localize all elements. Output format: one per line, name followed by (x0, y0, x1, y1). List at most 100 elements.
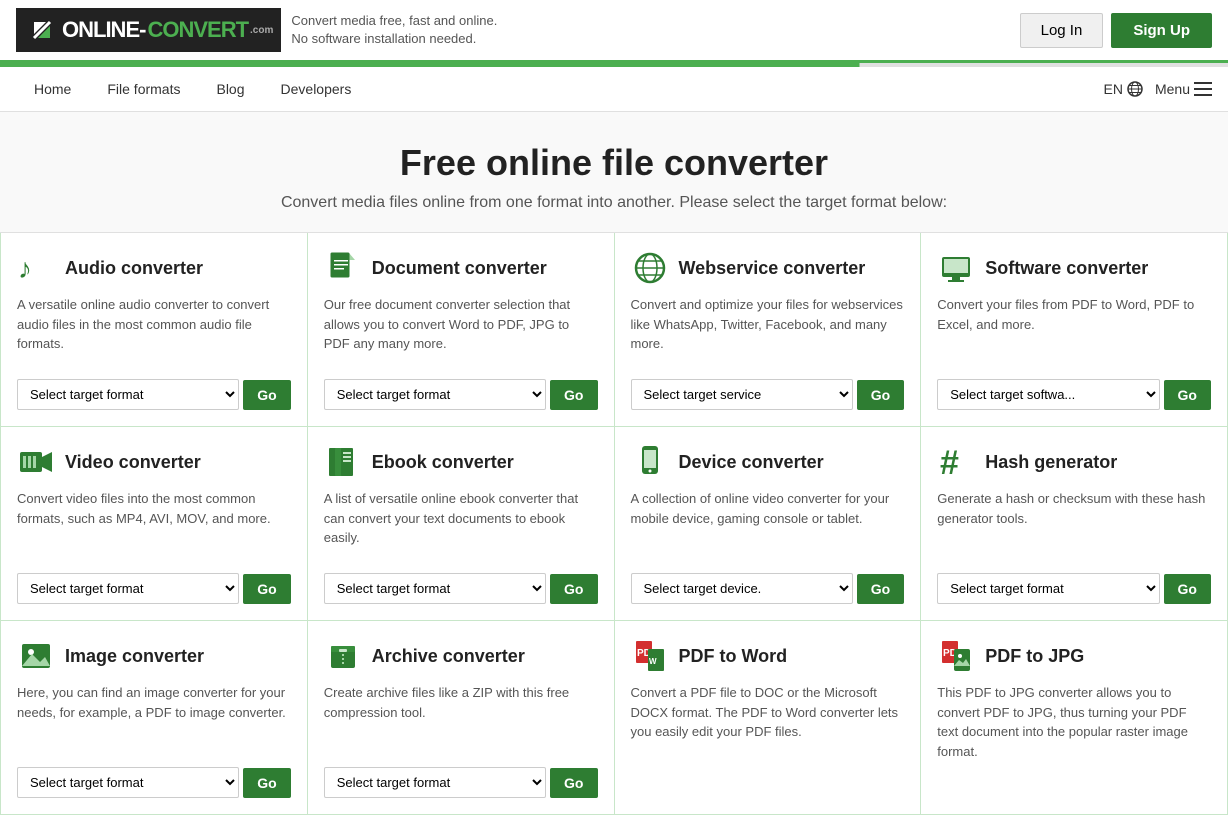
card-device: Device converter A collection of online … (615, 427, 922, 621)
tagline: Convert media free, fast and online. No … (291, 12, 497, 48)
card-desc-document: Our free document converter selection th… (324, 295, 598, 365)
card-desc-video: Convert video files into the most common… (17, 489, 291, 559)
card-header-video: Video converter (17, 443, 291, 481)
svg-text:W: W (649, 657, 657, 666)
card-title-video: Video converter (65, 452, 201, 473)
icon-software (937, 249, 975, 287)
card-header-hash: # Hash generator (937, 443, 1211, 481)
card-document: Document converter Our free document con… (308, 233, 615, 427)
card-header-ebook: Ebook converter (324, 443, 598, 481)
card-action-video: Select target formatMP4AVIMOVMKV Go (17, 573, 291, 604)
card-title-audio: Audio converter (65, 258, 203, 279)
card-desc-image: Here, you can find an image converter fo… (17, 683, 291, 753)
header-right: Log In Sign Up (1020, 13, 1212, 48)
card-ebook: Ebook converter A list of versatile onli… (308, 427, 615, 621)
icon-image (17, 637, 55, 675)
card-header-pdf2jpg: PDF PDF to JPG (937, 637, 1211, 675)
card-title-device: Device converter (679, 452, 824, 473)
icon-ebook (324, 443, 362, 481)
select-webservice[interactable]: Select target serviceWhatsAppTwitterFace… (631, 379, 853, 410)
svg-text:♪: ♪ (18, 253, 32, 284)
card-action-audio: Select target formatMP3WAVOGGFLACAAC Go (17, 379, 291, 410)
card-action-software: Select target softwa...WordExcel Go (937, 379, 1211, 410)
go-button-audio[interactable]: Go (243, 380, 290, 410)
go-button-hash[interactable]: Go (1164, 574, 1211, 604)
icon-pdf2jpg: PDF (937, 637, 975, 675)
card-title-hash: Hash generator (985, 452, 1117, 473)
select-hash[interactable]: Select target formatMD5SHA1SHA256 (937, 573, 1159, 604)
nav-left: Home File formats Blog Developers (16, 67, 369, 111)
nav-right: EN Menu (1104, 81, 1212, 97)
go-button-image[interactable]: Go (243, 768, 290, 798)
icon-pdf2word: PDFW (631, 637, 669, 675)
select-image[interactable]: Select target formatJPGPNGGIFBMP (17, 767, 239, 798)
nav-menu-label: Menu (1155, 81, 1190, 97)
card-desc-hash: Generate a hash or checksum with these h… (937, 489, 1211, 559)
select-audio[interactable]: Select target formatMP3WAVOGGFLACAAC (17, 379, 239, 410)
card-header-webservice: Webservice converter (631, 249, 905, 287)
icon-video (17, 443, 55, 481)
card-action-image: Select target formatJPGPNGGIFBMP Go (17, 767, 291, 798)
login-button[interactable]: Log In (1020, 13, 1104, 48)
nav-language[interactable]: EN (1104, 81, 1143, 97)
globe-icon (1127, 81, 1143, 97)
logo-text-convert: CONVERT (147, 17, 248, 43)
go-button-archive[interactable]: Go (550, 768, 597, 798)
select-software[interactable]: Select target softwa...WordExcel (937, 379, 1159, 410)
go-button-video[interactable]: Go (243, 574, 290, 604)
card-title-webservice: Webservice converter (679, 258, 866, 279)
nav-menu[interactable]: Menu (1155, 81, 1212, 97)
go-button-ebook[interactable]: Go (550, 574, 597, 604)
card-webservice: Webservice converter Convert and optimiz… (615, 233, 922, 427)
card-desc-ebook: A list of versatile online ebook convert… (324, 489, 598, 559)
select-archive[interactable]: Select target formatZIPRAR7ZTAR (324, 767, 546, 798)
converter-grid: ♪ Audio converter A versatile online aud… (0, 233, 1228, 815)
logo-com: .com (250, 25, 273, 36)
card-title-archive: Archive converter (372, 646, 525, 667)
tagline-line2: No software installation needed. (291, 30, 497, 48)
hero-title: Free online file converter (20, 142, 1208, 184)
card-header-audio: ♪ Audio converter (17, 249, 291, 287)
card-header-pdf2word: PDFW PDF to Word (631, 637, 905, 675)
signup-button[interactable]: Sign Up (1111, 13, 1212, 48)
card-action-hash: Select target formatMD5SHA1SHA256 Go (937, 573, 1211, 604)
card-header-archive: Archive converter (324, 637, 598, 675)
header: ONLINE-CONVERT.com Convert media free, f… (0, 0, 1228, 63)
go-button-document[interactable]: Go (550, 380, 597, 410)
card-header-software: Software converter (937, 249, 1211, 287)
go-button-software[interactable]: Go (1164, 380, 1211, 410)
select-video[interactable]: Select target formatMP4AVIMOVMKV (17, 573, 239, 604)
card-pdf2jpg: PDF PDF to JPG This PDF to JPG converter… (921, 621, 1228, 815)
card-title-image: Image converter (65, 646, 204, 667)
nav-file-formats[interactable]: File formats (89, 67, 198, 111)
card-desc-archive: Create archive files like a ZIP with thi… (324, 683, 598, 753)
card-title-document: Document converter (372, 258, 547, 279)
icon-webservice (631, 249, 669, 287)
select-ebook[interactable]: Select target formatEPUBMOBIAZW3 (324, 573, 546, 604)
card-video: Video converter Convert video files into… (1, 427, 308, 621)
nav-developers[interactable]: Developers (263, 67, 370, 111)
svg-text:#: # (940, 444, 959, 480)
card-action-document: Select target formatPDFDOCDOCXODTRTF Go (324, 379, 598, 410)
go-button-webservice[interactable]: Go (857, 380, 904, 410)
logo-box: ONLINE-CONVERT.com (16, 8, 281, 52)
select-document[interactable]: Select target formatPDFDOCDOCXODTRTF (324, 379, 546, 410)
select-device[interactable]: Select target device.iPhoneAndroidiPad (631, 573, 853, 604)
nav: Home File formats Blog Developers EN Men… (0, 67, 1228, 112)
card-desc-webservice: Convert and optimize your files for webs… (631, 295, 905, 365)
card-desc-pdf2word: Convert a PDF file to DOC or the Microso… (631, 683, 905, 753)
hero: Free online file converter Convert media… (0, 112, 1228, 233)
card-title-pdf2jpg: PDF to JPG (985, 646, 1084, 667)
card-audio: ♪ Audio converter A versatile online aud… (1, 233, 308, 427)
card-action-archive: Select target formatZIPRAR7ZTAR Go (324, 767, 598, 798)
card-desc-software: Convert your files from PDF to Word, PDF… (937, 295, 1211, 365)
card-header-image: Image converter (17, 637, 291, 675)
icon-document (324, 249, 362, 287)
card-title-software: Software converter (985, 258, 1148, 279)
go-button-device[interactable]: Go (857, 574, 904, 604)
nav-lang-label: EN (1104, 81, 1123, 97)
nav-home[interactable]: Home (16, 67, 89, 111)
hero-subtitle: Convert media files online from one form… (20, 194, 1208, 212)
icon-audio: ♪ (17, 249, 55, 287)
nav-blog[interactable]: Blog (198, 67, 262, 111)
